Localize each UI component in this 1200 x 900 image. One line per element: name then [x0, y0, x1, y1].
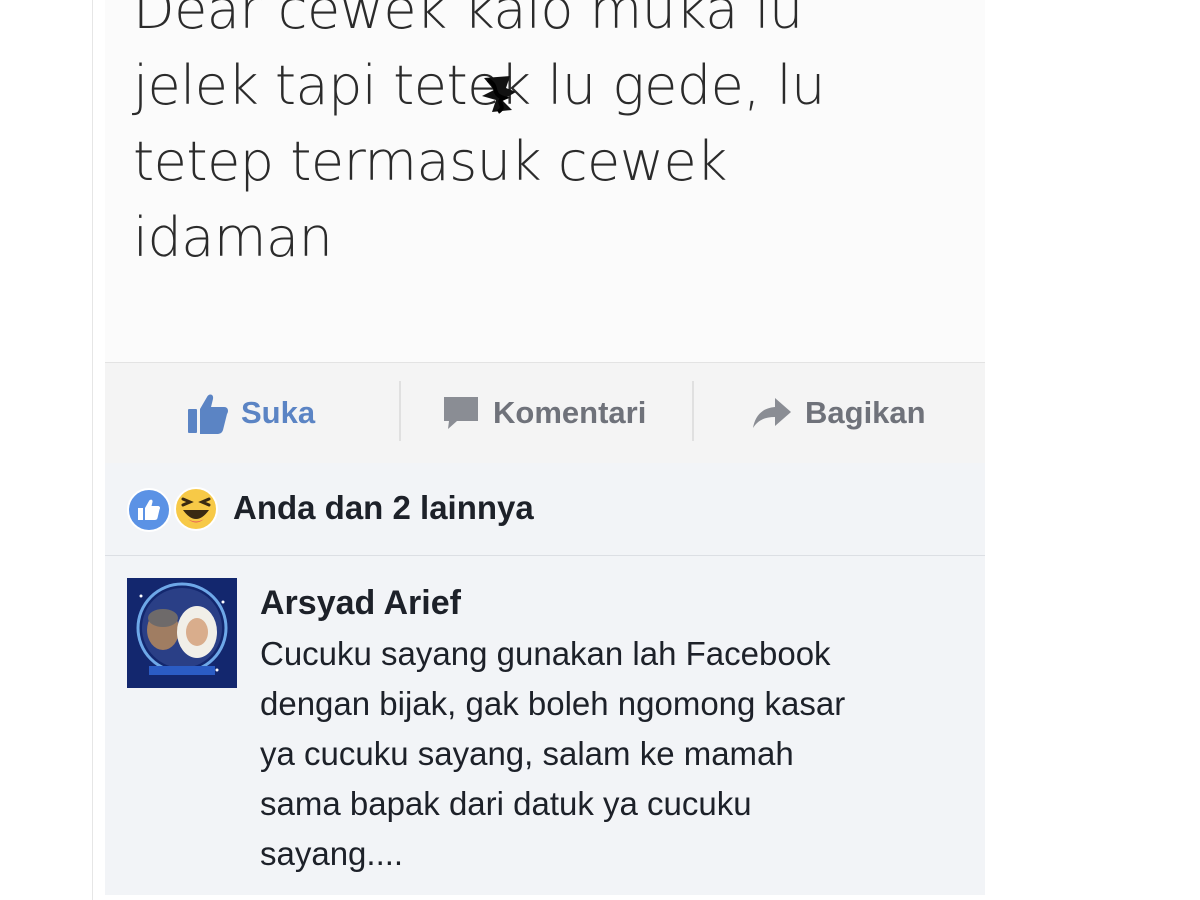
comment-item: Arsyad Arief Cucuku sayang gunakan lah F…	[105, 556, 985, 895]
share-label: Bagikan	[805, 395, 926, 430]
scribble-censor-mark	[482, 76, 516, 114]
post-text: Dear cewek kalo muka lu jelek tapi tetek…	[133, 0, 825, 269]
comment-author-name[interactable]: Arsyad Arief	[260, 583, 461, 623]
comment-label: Komentari	[493, 395, 647, 430]
reactions-row[interactable]: Anda dan 2 lainnya	[105, 463, 985, 556]
like-button[interactable]: Suka	[187, 363, 315, 463]
comment-text: Cucuku sayang gunakan lah Facebook denga…	[260, 635, 846, 872]
comment-bubble-icon	[444, 397, 478, 429]
post-action-bar: Suka Komentari Bagikan	[105, 362, 985, 464]
share-arrow-icon	[753, 398, 791, 428]
haha-reaction-icon	[174, 487, 218, 531]
avatar[interactable]	[127, 578, 237, 688]
comment-button[interactable]: Komentari	[441, 363, 646, 463]
like-label: Suka	[241, 395, 316, 430]
left-divider-line	[92, 0, 93, 900]
thumbs-up-icon	[188, 394, 228, 434]
reactions-summary: Anda dan 2 lainnya	[233, 489, 534, 526]
action-divider	[692, 381, 694, 441]
action-divider	[399, 381, 401, 441]
like-reaction-icon	[127, 488, 171, 532]
share-button[interactable]: Bagikan	[751, 363, 926, 463]
screenshot-page: Dear cewek kalo muka lu jelek tapi tetek…	[0, 0, 1200, 900]
